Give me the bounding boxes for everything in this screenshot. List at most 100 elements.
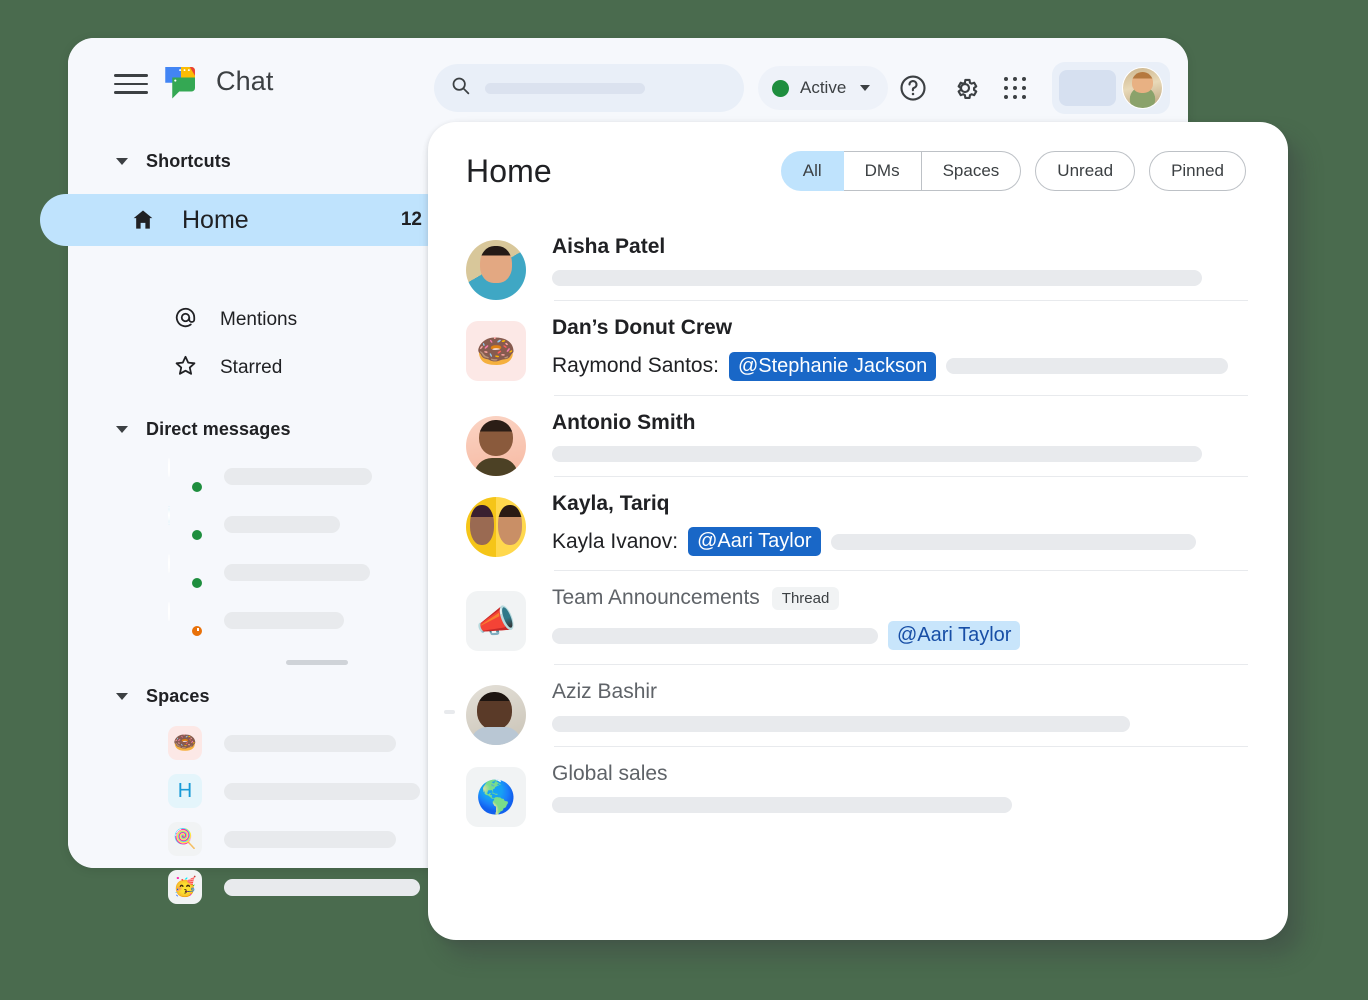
avatar <box>168 554 204 590</box>
app-title: Chat <box>216 65 274 96</box>
conversation-body: Dan’s Donut Crew Raymond Santos: @Stepha… <box>552 315 1248 394</box>
hamburger-menu-icon[interactable] <box>114 68 148 100</box>
filter-chip-group: All DMs Spaces Unread Pinned <box>780 151 1246 191</box>
app-brand: Chat <box>160 60 273 102</box>
conversation-title: Dan’s Donut Crew <box>552 316 733 340</box>
settings-button[interactable] <box>945 68 985 108</box>
donut-emoji-icon: 🍩 <box>168 726 202 760</box>
space-name-placeholder <box>224 878 420 896</box>
triangle-down-icon <box>116 157 128 165</box>
presence-active-icon <box>190 480 204 494</box>
conversation-title: Aisha Patel <box>552 235 666 258</box>
status-label: Active <box>800 78 847 97</box>
help-button[interactable] <box>893 68 933 108</box>
home-unread-count: 12 <box>400 209 422 230</box>
dm-name-placeholder <box>224 467 372 485</box>
mention-chip[interactable]: @Aari Taylor <box>688 527 821 556</box>
mention-chip[interactable]: @Stephanie Jackson <box>728 351 937 381</box>
account-chip[interactable] <box>1052 62 1170 114</box>
aisha-patel-avatar <box>466 240 526 300</box>
mention-chip[interactable]: @Aari Taylor <box>888 621 1021 651</box>
space-name-placeholder <box>224 734 396 752</box>
conversation-row[interactable]: Antonio Smith <box>466 396 1248 476</box>
conversation-title: Aziz Bashir <box>552 680 658 704</box>
presence-active-icon <box>190 528 204 542</box>
avatar <box>168 602 204 638</box>
space-name-placeholder <box>224 782 420 800</box>
conversation-title: Global sales <box>552 761 668 785</box>
message-preview-placeholder <box>830 533 1196 550</box>
megaphone-emoji-icon: 📣 <box>466 591 526 651</box>
sidebar-item-label-starred: Starred <box>220 357 283 378</box>
triangle-down-icon <box>116 692 128 700</box>
conversation-body: Team Announcements Thread @Aari Taylor <box>552 585 1248 664</box>
sidebar-item-home[interactable]: Home 12 <box>40 194 452 246</box>
letter-h-avatar-icon: H <box>168 774 202 808</box>
chevron-down-icon <box>860 85 871 91</box>
segmented-filter: All DMs Spaces <box>780 151 1022 191</box>
dm-name-placeholder <box>224 611 344 629</box>
search-icon <box>450 75 471 101</box>
google-chat-logo-icon <box>160 60 202 102</box>
aziz-bashir-avatar <box>466 685 526 746</box>
triangle-down-icon <box>116 425 128 433</box>
sidebar-section-label-shortcuts: Shortcuts <box>146 150 231 171</box>
app-top-bar: Chat Active <box>68 38 1188 130</box>
filter-chip-pinned[interactable]: Pinned <box>1149 151 1246 191</box>
sidebar-item-label-home: Home <box>182 205 249 234</box>
conversation-row[interactable]: 📣 Team Announcements Thread @Aari Taylor <box>466 571 1248 664</box>
lollipop-emoji-icon: 🍭 <box>168 822 202 856</box>
filter-chip-all[interactable]: All <box>780 151 844 191</box>
avatar <box>168 458 204 494</box>
message-preview-placeholder <box>552 796 1012 813</box>
conversation-body: Aziz Bashir <box>552 679 1248 745</box>
message-preview-placeholder <box>552 715 1130 732</box>
filter-chip-dms[interactable]: DMs <box>843 151 922 191</box>
apps-grid-icon <box>1003 76 1027 100</box>
account-avatar[interactable] <box>1122 67 1163 109</box>
conversation-row[interactable]: 🌎 Global sales <box>466 747 1248 827</box>
sidebar-resize-handle[interactable] <box>286 660 348 665</box>
sidebar-section-label-direct-messages: Direct messages <box>146 418 291 439</box>
status-active-dot <box>772 79 789 97</box>
conversation-row[interactable]: Kayla, Tariq Kayla Ivanov: @Aari Taylor <box>466 477 1248 570</box>
search-placeholder-bar <box>485 82 645 94</box>
home-conversation-panel: Home All DMs Spaces Unread Pinned Aisha … <box>428 122 1288 940</box>
message-preview-placeholder <box>552 445 1202 462</box>
filter-chip-spaces[interactable]: Spaces <box>921 151 1022 191</box>
globe-emoji-icon: 🌎 <box>466 766 526 827</box>
kayla-tariq-group-avatar <box>466 496 526 557</box>
conversation-title: Kayla, Tariq <box>552 491 670 515</box>
conversation-row[interactable]: Aisha Patel <box>466 220 1248 300</box>
party-face-emoji-icon: 🥳 <box>168 870 202 904</box>
avatar <box>168 506 204 542</box>
apps-grid-button[interactable] <box>995 68 1035 108</box>
conversation-body: Global sales <box>552 761 1248 827</box>
conversation-row[interactable]: 🍩 Dan’s Donut Crew Raymond Santos: @Step… <box>466 301 1248 394</box>
message-preview-placeholder <box>946 358 1229 374</box>
star-icon <box>173 353 198 383</box>
home-icon <box>130 207 156 233</box>
panel-header: Home All DMs Spaces Unread Pinned <box>428 122 1288 220</box>
at-sign-icon <box>173 305 198 335</box>
space-name-placeholder <box>224 830 396 848</box>
status-selector[interactable]: Active <box>758 66 889 110</box>
account-name-placeholder <box>1059 70 1117 106</box>
sidebar-section-label-spaces: Spaces <box>146 685 210 706</box>
conversation-list: Aisha Patel 🍩 Dan’s Donut Crew Raymond S… <box>428 220 1288 827</box>
conversation-title: Team Announcements <box>552 586 760 609</box>
antonio-smith-avatar <box>466 415 526 476</box>
filter-chip-unread[interactable]: Unread <box>1035 151 1136 191</box>
search-input[interactable] <box>434 64 744 112</box>
message-preview-placeholder <box>552 627 878 644</box>
conversation-body: Kayla, Tariq Kayla Ivanov: @Aari Taylor <box>552 491 1248 570</box>
message-author: Raymond Santos: <box>552 354 719 377</box>
message-preview-placeholder <box>552 270 1202 287</box>
conversation-body: Aisha Patel <box>552 234 1248 300</box>
message-author: Kayla Ivanov: <box>552 529 679 553</box>
sidebar-item-label-mentions: Mentions <box>220 309 298 330</box>
dm-name-placeholder <box>224 563 370 581</box>
page-title: Home <box>466 152 552 189</box>
conversation-row[interactable]: Aziz Bashir <box>466 665 1248 746</box>
presence-away-icon <box>190 624 204 638</box>
